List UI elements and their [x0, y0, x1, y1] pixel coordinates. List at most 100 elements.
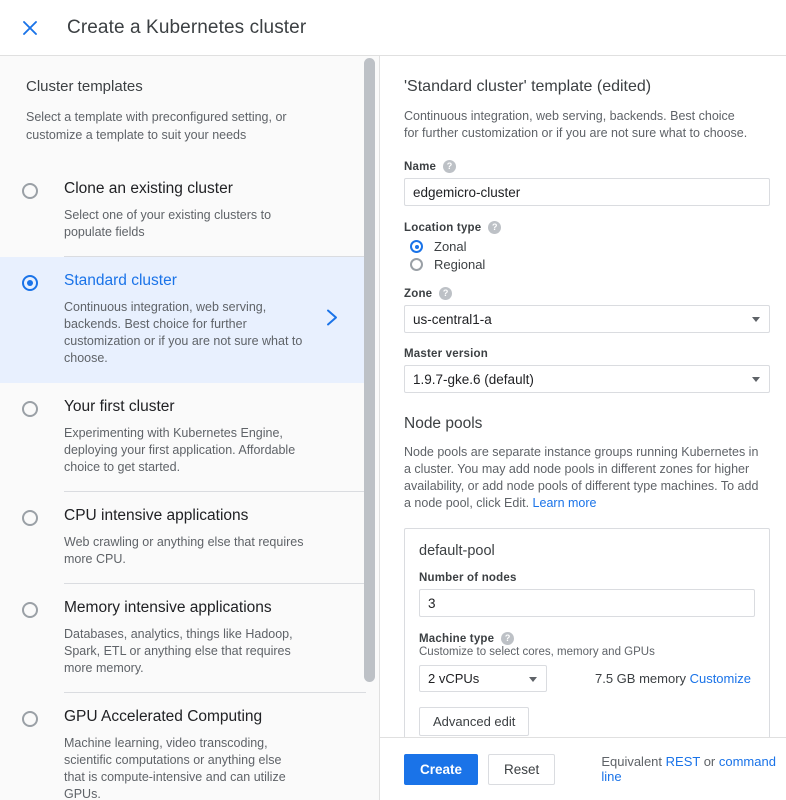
- name-label-row: Name ?: [404, 160, 770, 173]
- regional-radio[interactable]: [410, 258, 423, 271]
- node-pool-name: default-pool: [419, 543, 755, 559]
- reset-button[interactable]: Reset: [488, 754, 555, 785]
- or-text: or: [700, 754, 719, 769]
- template-description: Machine learning, video transcoding, sci…: [64, 735, 304, 800]
- dialog-header: Create a Kubernetes cluster: [0, 0, 786, 56]
- cluster-name-input[interactable]: [404, 178, 770, 206]
- regional-label: Regional: [434, 257, 485, 272]
- zone-label: Zone: [404, 288, 432, 300]
- template-name: Memory intensive applications: [64, 598, 352, 617]
- template-radio[interactable]: [22, 602, 38, 618]
- template-description: Experimenting with Kubernetes Engine, de…: [64, 425, 304, 476]
- template-text: Clone an existing cluster Select one of …: [64, 179, 358, 241]
- template-details-content: 'Standard cluster' template (edited) Con…: [380, 56, 786, 737]
- name-label: Name: [404, 161, 436, 173]
- template-text: Standard cluster Continuous integration,…: [64, 271, 358, 367]
- template-radio[interactable]: [22, 183, 38, 199]
- rest-link[interactable]: REST: [666, 754, 700, 769]
- create-button[interactable]: Create: [404, 754, 478, 785]
- template-text: Memory intensive applications Databases,…: [64, 598, 358, 677]
- template-option-cpu-intensive-applications[interactable]: CPU intensive applications Web crawling …: [0, 492, 368, 584]
- details-subtitle: Continuous integration, web serving, bac…: [404, 108, 752, 142]
- template-name: GPU Accelerated Computing: [64, 707, 352, 726]
- node-count-label: Number of nodes: [419, 572, 517, 584]
- node-pools-description: Node pools are separate instance groups …: [404, 444, 766, 512]
- zone-group: Zone ? us-central1-a: [404, 287, 770, 333]
- templates-subtitle: Select a template with preconfigured set…: [26, 108, 336, 144]
- master-version-value: 1.9.7-gke.6 (default): [413, 372, 534, 387]
- node-count-input[interactable]: [419, 589, 755, 617]
- template-option-your-first-cluster[interactable]: Your first cluster Experimenting with Ku…: [0, 383, 368, 492]
- node-pool-card: default-pool Number of nodes Machine typ…: [404, 528, 770, 737]
- cluster-templates-scroll-region: Cluster templates Select a template with…: [0, 56, 368, 800]
- location-type-group: Location type ? Zonal Regional: [404, 221, 770, 272]
- template-option-clone-existing-cluster[interactable]: Clone an existing cluster Select one of …: [0, 165, 368, 257]
- machine-type-sublabel: Customize to select cores, memory and GP…: [419, 646, 755, 658]
- template-option-standard-cluster[interactable]: Standard cluster Continuous integration,…: [0, 257, 368, 383]
- location-type-label: Location type: [404, 222, 481, 234]
- close-button[interactable]: [14, 12, 46, 44]
- template-text: Your first cluster Experimenting with Ku…: [64, 397, 358, 476]
- template-name: Your first cluster: [64, 397, 352, 416]
- zone-select[interactable]: us-central1-a: [404, 305, 770, 333]
- template-option-memory-intensive-applications[interactable]: Memory intensive applications Databases,…: [0, 584, 368, 693]
- zonal-label: Zonal: [434, 239, 467, 254]
- template-text: CPU intensive applications Web crawling …: [64, 506, 358, 568]
- template-details-inner: 'Standard cluster' template (edited) Con…: [380, 78, 786, 737]
- machine-type-label: Machine type: [419, 633, 494, 645]
- template-name: Clone an existing cluster: [64, 179, 352, 198]
- learn-more-link[interactable]: Learn more: [533, 496, 597, 510]
- help-icon[interactable]: ?: [501, 632, 514, 645]
- name-field-group: Name ?: [404, 160, 770, 206]
- zone-label-row: Zone ?: [404, 287, 770, 300]
- master-version-label: Master version: [404, 348, 488, 360]
- customize-link[interactable]: Customize: [690, 671, 755, 686]
- template-description: Web crawling or anything else that requi…: [64, 534, 304, 568]
- template-radio[interactable]: [22, 401, 38, 417]
- chevron-down-icon: [529, 677, 537, 682]
- template-name: Standard cluster: [64, 271, 352, 290]
- left-panel-scrollbar-track[interactable]: [366, 56, 377, 800]
- chevron-down-icon: [752, 377, 760, 382]
- machine-type-label-row: Machine type ?: [419, 632, 755, 645]
- zone-value: us-central1-a: [413, 312, 492, 327]
- template-details-panel: 'Standard cluster' template (edited) Con…: [380, 56, 786, 800]
- template-radio[interactable]: [22, 711, 38, 727]
- advanced-edit-button[interactable]: Advanced edit: [419, 707, 529, 736]
- equivalent-links: Equivalent REST or command line: [601, 754, 786, 784]
- equivalent-prefix: Equivalent: [601, 754, 665, 769]
- template-radio[interactable]: [22, 275, 38, 291]
- master-version-group: Master version 1.9.7-gke.6 (default): [404, 348, 770, 393]
- templates-header: Cluster templates Select a template with…: [0, 56, 368, 144]
- template-option-gpu-accelerated-computing[interactable]: GPU Accelerated Computing Machine learni…: [0, 693, 368, 800]
- node-count-label-row: Number of nodes: [419, 572, 755, 584]
- template-description: Databases, analytics, things like Hadoop…: [64, 626, 304, 677]
- location-type-option-zonal[interactable]: Zonal: [410, 239, 770, 254]
- chevron-right-icon[interactable]: [324, 307, 340, 334]
- node-pools-title: Node pools: [404, 415, 770, 433]
- templates-title: Cluster templates: [26, 78, 338, 95]
- details-title: 'Standard cluster' template (edited): [404, 78, 770, 96]
- left-panel-scrollbar-thumb[interactable]: [364, 58, 375, 682]
- machine-type-value: 2 vCPUs: [428, 671, 479, 686]
- location-type-option-regional[interactable]: Regional: [410, 257, 770, 272]
- template-name: CPU intensive applications: [64, 506, 352, 525]
- machine-type-select[interactable]: 2 vCPUs: [419, 665, 547, 692]
- help-icon[interactable]: ?: [439, 287, 452, 300]
- machine-type-row: 2 vCPUs 7.5 GB memory Customize: [419, 665, 755, 692]
- zonal-radio[interactable]: [410, 240, 423, 253]
- template-list: Clone an existing cluster Select one of …: [0, 165, 368, 800]
- chevron-down-icon: [752, 317, 760, 322]
- close-icon: [20, 18, 40, 38]
- template-radio[interactable]: [22, 510, 38, 526]
- master-version-select[interactable]: 1.9.7-gke.6 (default): [404, 365, 770, 393]
- dialog-body: Cluster templates Select a template with…: [0, 56, 786, 800]
- help-icon[interactable]: ?: [443, 160, 456, 173]
- location-type-label-row: Location type ?: [404, 221, 770, 234]
- dialog-footer: Create Reset Equivalent REST or command …: [380, 737, 786, 800]
- help-icon[interactable]: ?: [488, 221, 501, 234]
- master-version-label-row: Master version: [404, 348, 770, 360]
- template-description: Continuous integration, web serving, bac…: [64, 299, 304, 367]
- page-title: Create a Kubernetes cluster: [67, 17, 306, 39]
- memory-text: 7.5 GB memory: [595, 671, 686, 686]
